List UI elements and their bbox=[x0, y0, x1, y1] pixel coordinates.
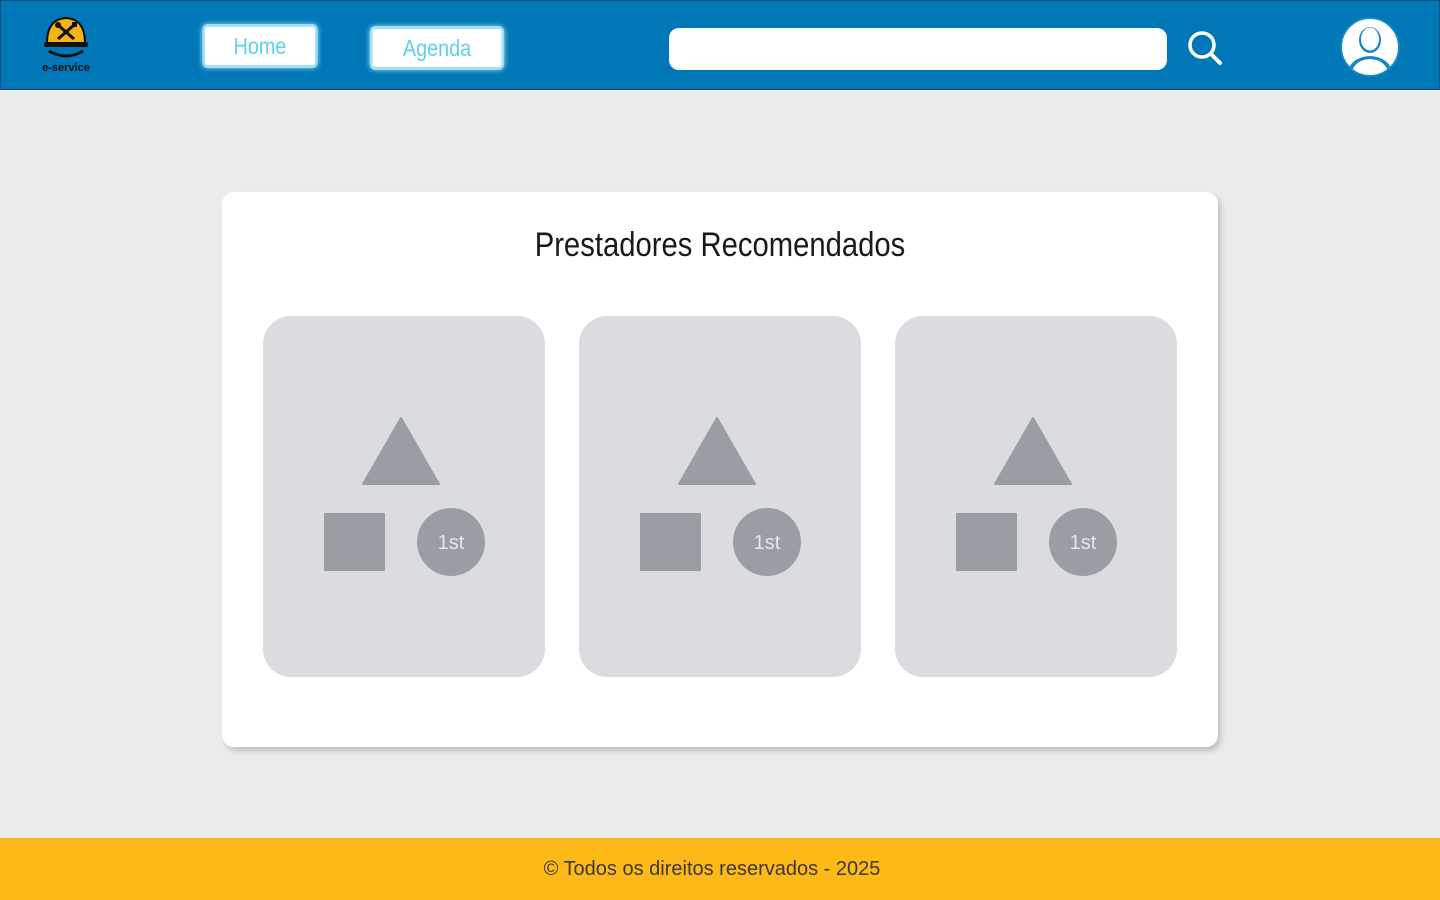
logo-text: e-service bbox=[42, 62, 90, 74]
nav-agenda-button[interactable]: Agenda bbox=[369, 26, 505, 70]
user-avatar-icon[interactable] bbox=[1340, 17, 1400, 77]
e-service-logo[interactable]: e-service bbox=[35, 13, 99, 77]
footer: © Todos os direitos reservados - 2025 bbox=[0, 838, 1440, 900]
rank-label: 1st bbox=[438, 532, 465, 554]
tools-helmet-icon bbox=[44, 16, 88, 58]
image-placeholder-icon: 1st bbox=[956, 417, 1117, 576]
image-placeholder-icon: 1st bbox=[324, 417, 485, 576]
provider-card[interactable]: 1st bbox=[579, 316, 861, 677]
image-placeholder-icon: 1st bbox=[640, 417, 801, 576]
rank-label: 1st bbox=[754, 532, 781, 554]
provider-card[interactable]: 1st bbox=[263, 316, 545, 677]
nav-home-button[interactable]: Home bbox=[202, 24, 318, 68]
section-title: Prestadores Recomendados bbox=[534, 226, 906, 264]
top-nav-bar: e-service Home Agenda bbox=[0, 0, 1440, 90]
copyright-text: © Todos os direitos reservados - 2025 bbox=[543, 857, 881, 880]
recommended-providers-panel: Prestadores Recomendados 1st 1st 1st bbox=[222, 192, 1218, 747]
provider-card[interactable]: 1st bbox=[895, 316, 1177, 677]
rank-label: 1st bbox=[1070, 532, 1097, 554]
search-input[interactable] bbox=[669, 28, 1167, 70]
search-icon[interactable] bbox=[1186, 29, 1224, 67]
